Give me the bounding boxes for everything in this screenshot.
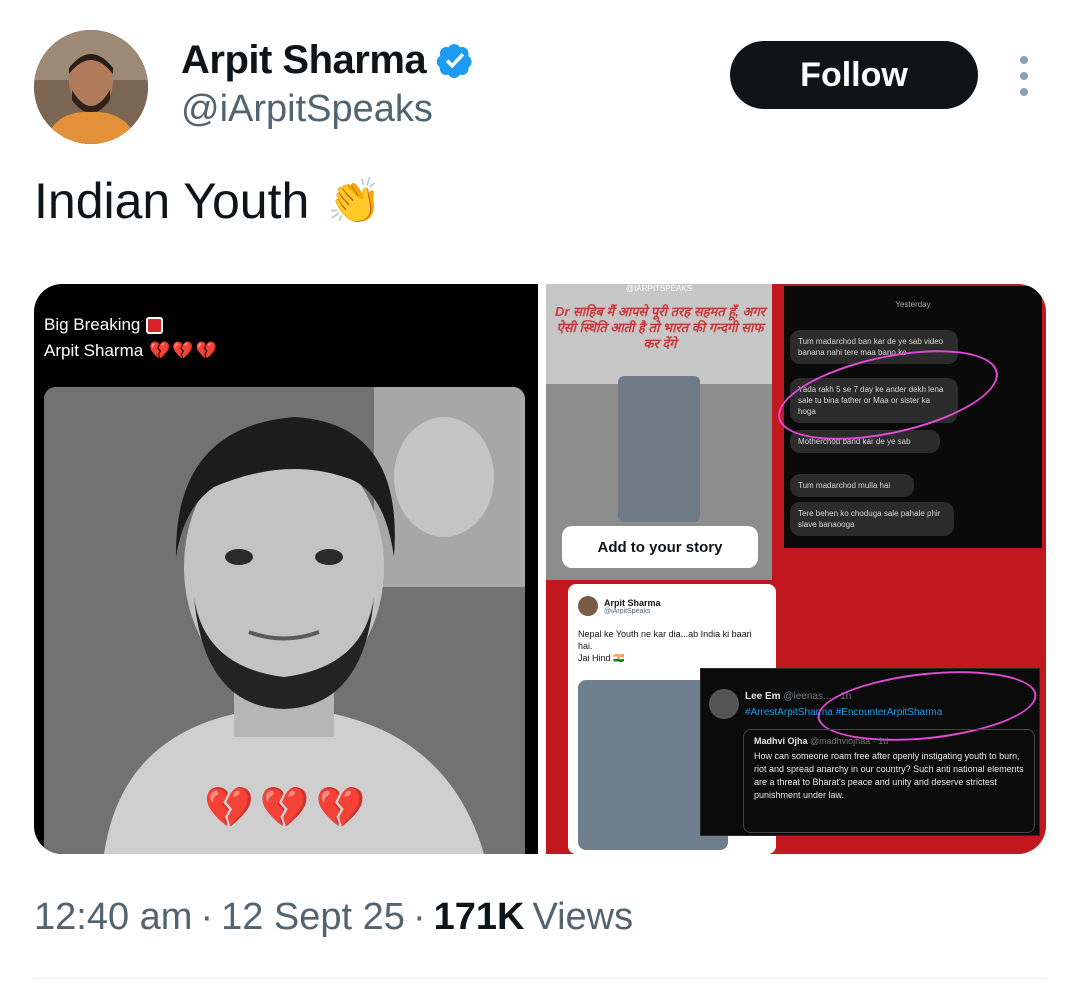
chat-day-label: Yesterday — [895, 300, 931, 309]
follow-button[interactable]: Follow — [730, 41, 978, 109]
quote-body: How can someone roam free after openly i… — [754, 751, 1024, 800]
chat-bubble: Tum madarchod mulla hai — [790, 474, 914, 497]
quote-meta: @madhviojhaa · 1d — [810, 736, 889, 746]
clapping-hands-emoji: 👏 — [327, 177, 383, 226]
siren-icon — [146, 316, 164, 334]
views-label: Views — [532, 896, 634, 938]
reply-avatar — [709, 689, 739, 719]
embedded-body-line: Nepal ke Youth ne kar dia...ab India ki … — [578, 629, 752, 651]
quote-header: Madhvi Ojha @madhviojhaa · 1d — [754, 736, 1024, 746]
tweet-meta: 12:40 am · 12 Sept 25 · 171K Views — [34, 896, 633, 939]
verified-badge-icon — [436, 43, 472, 78]
meta-separator: · — [412, 896, 426, 938]
story-inner-photo — [618, 376, 700, 522]
more-dot — [1020, 88, 1028, 96]
media-image-right[interactable]: @IARPITSPEAKS Dr साहिब मैं आपसे पूरी तरह… — [546, 284, 1046, 854]
story-hindi-text: Dr साहिब मैं आपसे पूरी तरह सहमत हूँ, अगर… — [554, 304, 766, 351]
avatar[interactable] — [34, 30, 148, 144]
tweet-text-content: Indian Youth — [34, 173, 310, 229]
broken-hearts-overlay: 💔💔💔 — [204, 786, 372, 830]
more-dot — [1020, 72, 1028, 80]
views-count[interactable]: 171K — [434, 896, 525, 939]
divider — [34, 978, 1046, 979]
tweet-media: Big Breaking Arpit Sharma 💔💔💔 💔💔💔 @IARPI… — [34, 284, 1046, 854]
tweet-time[interactable]: 12:40 am — [34, 896, 192, 939]
tweet-text: Indian Youth 👏 — [34, 172, 382, 230]
display-name[interactable]: Arpit Sharma — [181, 38, 427, 83]
caption-name: Arpit Sharma — [44, 341, 144, 360]
more-options-icon[interactable] — [1010, 56, 1038, 96]
broken-hearts-emoji: 💔💔💔 — [149, 341, 219, 360]
chat-screenshot: Yesterday Tum madarchod ban kar de ye sa… — [770, 286, 1042, 548]
embedded-handle: @iArpitSpeaks — [604, 607, 651, 615]
reply-screenshot: Lee Em @leenas... · 1h #ArrestArpitSharm… — [700, 661, 1040, 836]
embedded-name: Arpit Sharma — [604, 597, 661, 608]
instagram-story-screenshot: @IARPITSPEAKS Dr साहिब मैं आपसे पूरी तरह… — [546, 284, 772, 580]
embedded-avatar — [578, 596, 598, 616]
quoted-tweet: Madhvi Ojha @madhviojhaa · 1d How can so… — [743, 729, 1035, 833]
meta-separator: · — [200, 896, 214, 938]
author-name-row[interactable]: Arpit Sharma — [181, 38, 474, 83]
quote-name: Madhvi Ojha — [754, 736, 808, 746]
story-header: @IARPITSPEAKS — [626, 284, 692, 293]
chat-bubble: Tere behen ko choduga sale pahale phir s… — [790, 502, 954, 536]
embedded-body-line: Jai Hind 🇮🇳 — [578, 653, 625, 663]
more-dot — [1020, 56, 1028, 64]
add-to-story-button: Add to your story — [562, 526, 758, 568]
big-breaking-text: Big Breaking — [44, 315, 141, 334]
avatar-image — [34, 30, 148, 144]
big-breaking-caption: Big Breaking Arpit Sharma 💔💔💔 — [44, 312, 219, 364]
embedded-tweet-header: Arpit Sharma @iArpitSpeaks — [578, 596, 661, 616]
reply-name: Lee Em — [745, 691, 781, 702]
tweet-date[interactable]: 12 Sept 25 — [221, 896, 405, 939]
media-image-left[interactable]: Big Breaking Arpit Sharma 💔💔💔 💔💔💔 — [34, 284, 538, 854]
author-handle[interactable]: @iArpitSpeaks — [181, 88, 433, 131]
embedded-tweet-body: Nepal ke Youth ne kar dia...ab India ki … — [578, 628, 768, 664]
